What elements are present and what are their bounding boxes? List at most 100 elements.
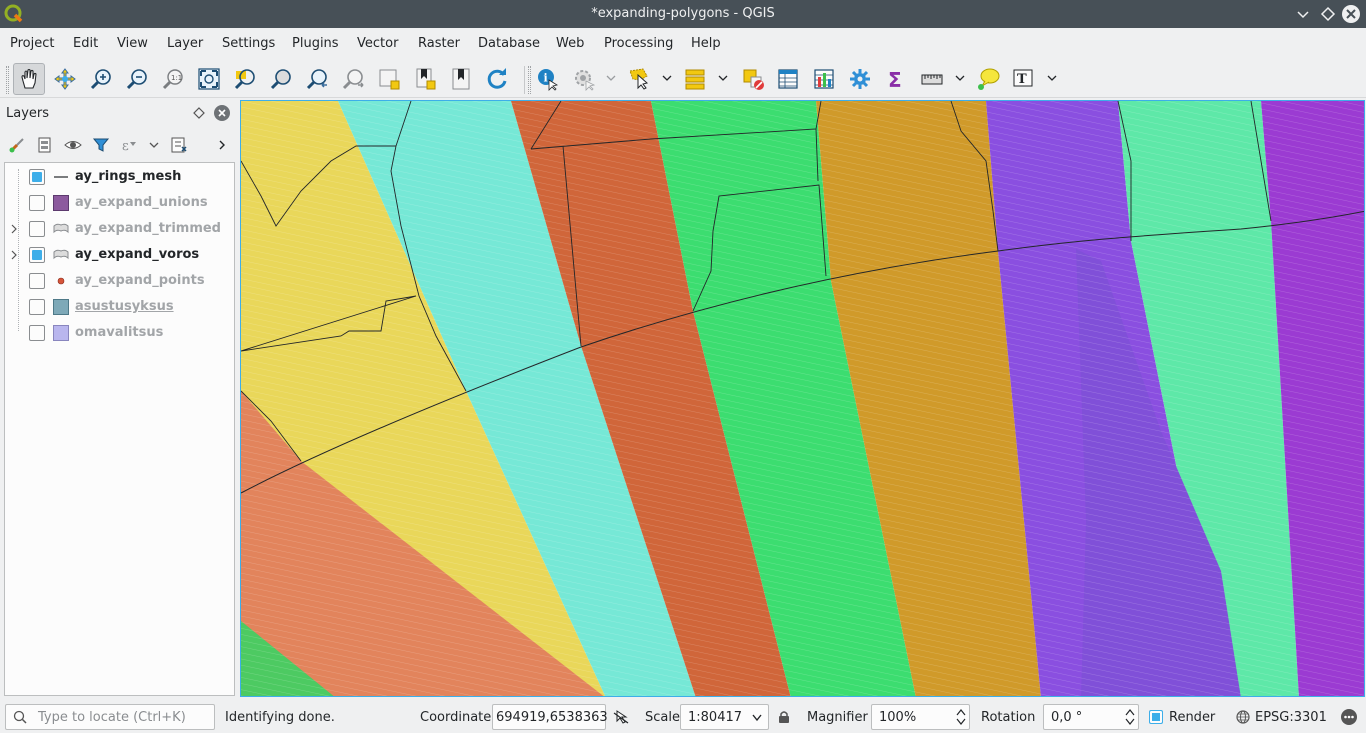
chevron-down-icon[interactable] — [148, 139, 160, 151]
menu-web[interactable]: Web — [556, 36, 584, 51]
layer-visibility-checkbox[interactable] — [29, 325, 45, 341]
zoom-out-button[interactable] — [121, 63, 153, 95]
coordinate-field[interactable]: 694919,6538363 — [492, 704, 608, 730]
menu-vector[interactable]: Vector — [357, 36, 398, 51]
menu-plugins[interactable]: Plugins — [292, 36, 339, 51]
run-feature-action-button[interactable] — [568, 63, 600, 95]
layer-visibility-checkbox[interactable] — [29, 273, 45, 289]
add-group-button[interactable] — [34, 134, 56, 156]
minimize-icon[interactable] — [1293, 4, 1313, 24]
pan-map-button[interactable] — [13, 63, 45, 95]
manage-map-themes-button[interactable] — [62, 134, 84, 156]
show-bookmarks-button[interactable] — [445, 63, 477, 95]
chevron-right-icon[interactable] — [216, 139, 228, 151]
zoom-native-button[interactable]: 1:1 — [157, 63, 189, 95]
layer-name: ay_expand_unions — [75, 195, 208, 210]
chevron-down-icon[interactable] — [717, 72, 729, 84]
new-bookmark-button[interactable] — [409, 63, 441, 95]
open-attribute-table-button[interactable] — [772, 63, 804, 95]
messages-icon[interactable] — [1340, 708, 1358, 726]
chevron-down-icon[interactable] — [1046, 72, 1058, 84]
layer-row-ay-expand-unions[interactable]: ay_expand_unions — [5, 190, 234, 216]
zoom-in-button[interactable] — [85, 63, 117, 95]
select-by-value-button[interactable] — [679, 63, 711, 95]
paintbrush-icon — [9, 138, 24, 153]
menu-settings[interactable]: Settings — [222, 36, 275, 51]
layer-visibility-checkbox[interactable] — [29, 299, 45, 315]
layer-visibility-checkbox[interactable] — [29, 195, 45, 211]
status-bar: Type to locate (Ctrl+K) Identifying done… — [0, 700, 1366, 733]
chevron-down-icon[interactable] — [661, 72, 673, 84]
expand-arrow-icon[interactable] — [10, 250, 18, 260]
layer-visibility-checkbox[interactable] — [29, 221, 45, 237]
menu-raster[interactable]: Raster — [418, 36, 460, 51]
status-message: Identifying done. — [225, 710, 335, 725]
measure-line-button[interactable] — [916, 63, 948, 95]
layer-visibility-checkbox[interactable] — [29, 169, 45, 185]
text-annotation-button[interactable]: T — [1008, 63, 1040, 95]
toolbar-grip[interactable] — [6, 66, 9, 94]
expand-arrow-icon[interactable] — [10, 224, 18, 234]
zoom-to-layer-button[interactable] — [265, 63, 297, 95]
deselect-all-button[interactable] — [737, 63, 769, 95]
globe-icon[interactable] — [1236, 710, 1250, 724]
menu-layer[interactable]: Layer — [167, 36, 203, 51]
spin-arrows-icon[interactable] — [1125, 708, 1135, 726]
attribute-table-icon — [778, 69, 798, 89]
statistics-icon — [814, 69, 834, 89]
map-tips-button[interactable] — [972, 63, 1004, 95]
toolbox-button[interactable] — [844, 63, 876, 95]
zoom-last-button[interactable] — [301, 63, 333, 95]
expand-all-icon — [171, 137, 187, 153]
menu-database[interactable]: Database — [478, 36, 540, 51]
open-layer-styling-button[interactable] — [6, 134, 28, 156]
pan-hand-icon — [21, 68, 37, 89]
layer-visibility-checkbox[interactable] — [29, 247, 45, 263]
lock-icon[interactable] — [777, 710, 791, 724]
render-checkbox[interactable] — [1149, 710, 1163, 724]
filter-legend-button[interactable] — [90, 134, 112, 156]
maximize-icon[interactable] — [1318, 4, 1338, 24]
toggle-extents-mouse-icon[interactable] — [613, 709, 629, 725]
chevron-down-icon[interactable] — [954, 72, 966, 84]
layer-row-ay-expand-voros[interactable]: ay_expand_voros — [5, 242, 234, 268]
menu-view[interactable]: View — [117, 36, 148, 51]
pan-to-selection-button[interactable] — [49, 63, 81, 95]
menu-processing[interactable]: Processing — [604, 36, 673, 51]
add-group-icon — [38, 137, 51, 153]
filter-by-expression-button[interactable]: ε — [118, 134, 140, 156]
select-features-button[interactable] — [623, 63, 655, 95]
scale-combobox[interactable]: 1:80417 — [680, 704, 769, 730]
menu-help[interactable]: Help — [691, 36, 721, 51]
layer-row-ay-rings-mesh[interactable]: ay_rings_mesh — [5, 164, 234, 190]
new-map-view-button[interactable] — [373, 63, 405, 95]
chevron-down-icon[interactable] — [605, 72, 617, 84]
toolbar-grip[interactable] — [528, 66, 531, 94]
float-panel-icon[interactable] — [190, 104, 208, 122]
layer-row-ay-expand-points[interactable]: ay_expand_points — [5, 268, 234, 294]
menu-project[interactable]: Project — [10, 36, 54, 51]
zoom-to-selection-button[interactable] — [229, 63, 261, 95]
spin-arrows-icon[interactable] — [956, 708, 966, 726]
rotation-spinbox[interactable]: 0,0 ° — [1043, 704, 1139, 730]
close-window-icon[interactable] — [1341, 4, 1361, 24]
locator-search-input[interactable]: Type to locate (Ctrl+K) — [5, 704, 215, 730]
layer-row-asustusyksus[interactable]: asustusyksus — [5, 294, 234, 320]
zoom-full-button[interactable] — [193, 63, 225, 95]
bookmark-new-icon — [416, 68, 436, 90]
layer-row-ay-expand-trimmed[interactable]: ay_expand_trimmed — [5, 216, 234, 242]
menu-edit[interactable]: Edit — [73, 36, 98, 51]
statistical-summary-button[interactable] — [808, 63, 840, 95]
multi-polygon-icon — [53, 223, 69, 234]
close-panel-icon[interactable] — [213, 104, 231, 122]
crs-button[interactable]: EPSG:3301 — [1255, 710, 1327, 725]
identify-features-button[interactable]: i — [532, 63, 564, 95]
magnifier-spinbox[interactable]: 100% — [871, 704, 970, 730]
map-tip-icon — [978, 68, 1000, 90]
refresh-button[interactable] — [481, 63, 513, 95]
zoom-next-button[interactable] — [337, 63, 369, 95]
layer-row-omavalitsus[interactable]: omavalitsus — [5, 320, 234, 346]
expand-collapse-button[interactable] — [168, 134, 190, 156]
map-canvas[interactable] — [240, 100, 1365, 697]
field-calculator-button[interactable]: Σ — [880, 63, 912, 95]
